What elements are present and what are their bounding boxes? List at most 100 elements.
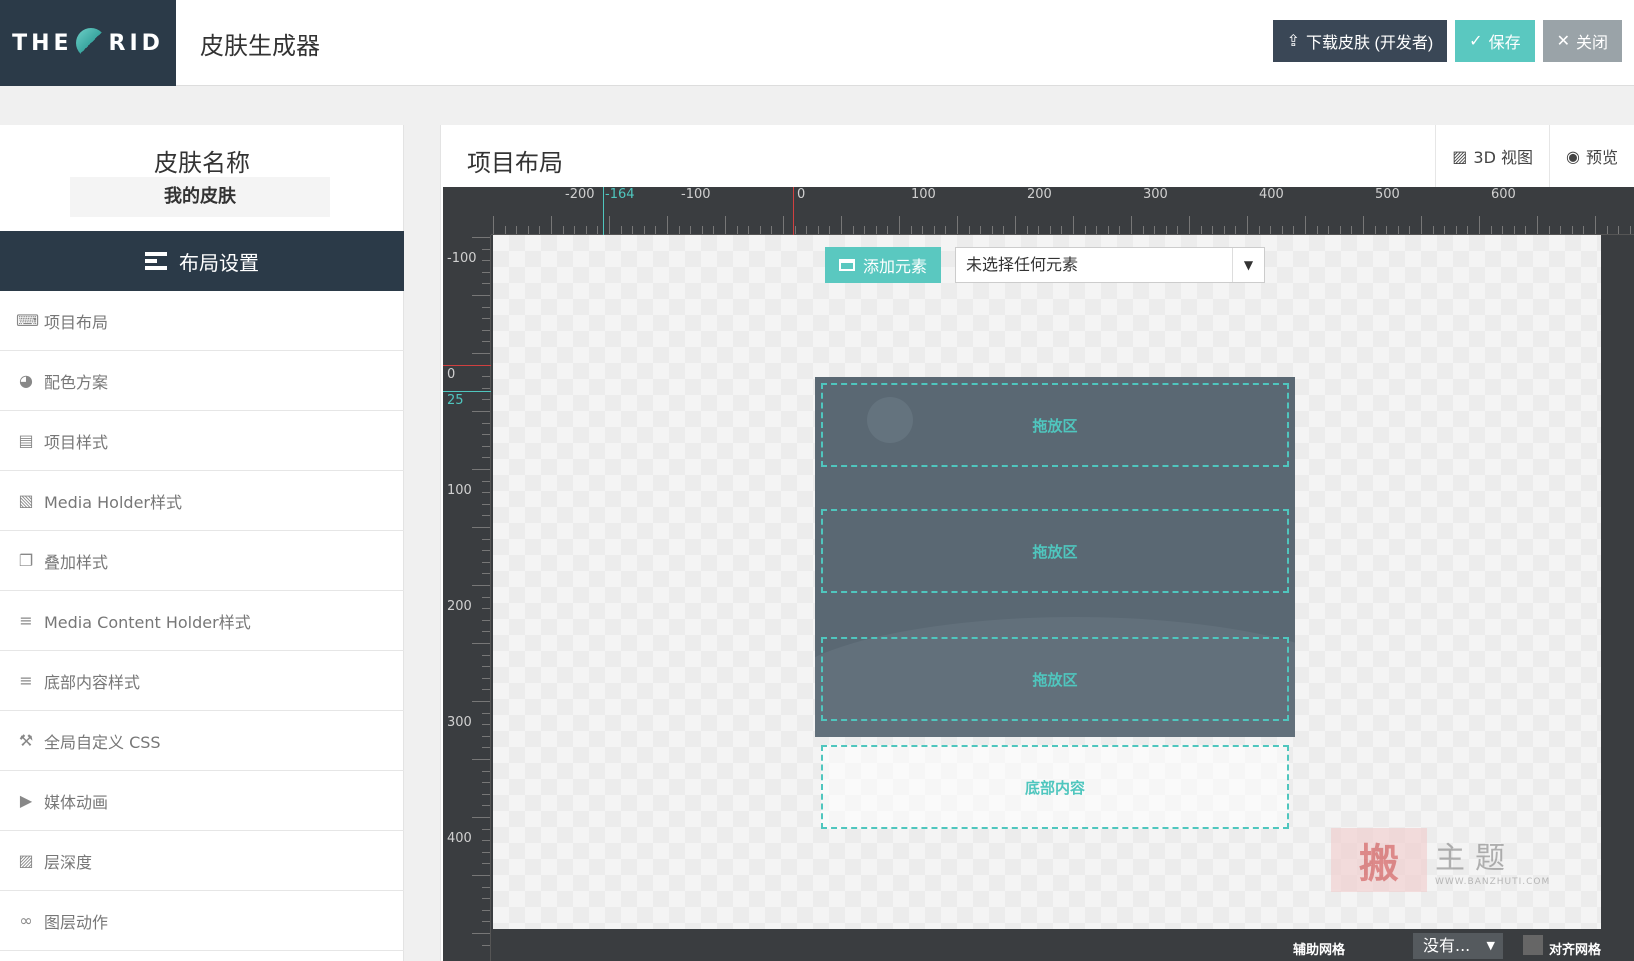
snap-grid-checkbox[interactable] <box>1523 935 1543 955</box>
3d-view-button[interactable]: ▨ 3D 视图 <box>1435 125 1549 187</box>
save-button[interactable]: ✓ 保存 <box>1455 20 1535 62</box>
ruler-minor-tick <box>1548 226 1550 234</box>
grid-helper-value: 没有... <box>1423 936 1471 955</box>
ruler-minor-tick <box>1386 226 1388 234</box>
ruler-minor-tick <box>968 226 970 234</box>
ruler-minor-tick <box>482 376 490 378</box>
ruler-minor-tick <box>472 353 490 354</box>
save-label: 保存 <box>1488 35 1521 52</box>
ruler-minor-tick <box>482 944 490 946</box>
download-skin-button[interactable]: ⇪ 下载皮肤 (开发者) <box>1272 20 1448 62</box>
add-element-label: 添加元素 <box>862 257 927 276</box>
ruler-minor-tick <box>1119 226 1121 234</box>
ruler-minor-tick <box>1455 226 1457 234</box>
ruler-tick: 200 <box>447 599 472 614</box>
ruler-minor-tick <box>1061 226 1063 234</box>
ruler-minor-tick <box>759 226 761 234</box>
ruler-tick: 300 <box>1143 187 1168 202</box>
hammer-icon: ⚒ <box>18 731 34 750</box>
layout-settings-title: 布局设置 <box>179 250 259 275</box>
layout-icon <box>145 252 167 270</box>
layout-canvas[interactable]: 添加元素 未选择任何元素 ▼ 拖放区 拖放区 拖放区 底部内容 搬 主题 WWW… <box>493 235 1601 929</box>
drop-zone-bottom[interactable]: 拖放区 <box>821 637 1289 721</box>
grid-item-preview[interactable]: 拖放区 拖放区 拖放区 <box>815 377 1295 737</box>
ruler-tick: -100 <box>681 187 711 202</box>
sidebar-item-media-content-holder[interactable]: ≡ Media Content Holder样式 <box>0 591 404 651</box>
grid-helper-select[interactable]: 没有... ▼ <box>1413 933 1503 959</box>
ruler-minor-tick <box>841 216 842 234</box>
ruler-minor-tick <box>585 226 587 234</box>
ruler-minor-tick <box>1049 226 1051 234</box>
add-element-button[interactable]: 添加元素 <box>825 247 941 283</box>
sidebar-item-layer-actions[interactable]: ∞ 图层动作 <box>0 891 404 951</box>
ruler-minor-tick <box>482 341 490 343</box>
ruler-minor-tick <box>482 828 490 830</box>
ruler-minor-tick <box>957 216 958 234</box>
sidebar-item-custom-css[interactable]: ⚒ 全局自定义 CSS <box>0 711 404 771</box>
ruler-minor-tick <box>482 271 490 273</box>
close-button[interactable]: ✕ 关闭 <box>1542 20 1622 62</box>
ruler-minor-tick <box>852 226 854 234</box>
ruler-minor-tick <box>609 216 610 234</box>
sidebar-item-media-animation[interactable]: ▶ 媒体动画 <box>0 771 404 831</box>
caret-down-icon[interactable]: ▼ <box>1232 248 1264 282</box>
caret-down-icon: ▼ <box>1486 939 1495 952</box>
images-icon: ▨ <box>18 851 34 870</box>
ruler-minor-tick <box>482 863 490 865</box>
ruler-minor-tick <box>482 550 490 552</box>
sidebar-item-item-layout[interactable]: ⌨ 项目布局 <box>0 291 404 351</box>
ruler-minor-tick <box>482 712 490 714</box>
close-label: 关闭 <box>1575 35 1608 52</box>
ruler-minor-tick <box>527 226 529 234</box>
sidebar-item-media-holder[interactable]: ▧ Media Holder样式 <box>0 471 404 531</box>
ruler-minor-tick <box>482 561 490 563</box>
ruler-minor-tick <box>482 306 490 308</box>
ruler-tick: 500 <box>1375 187 1400 202</box>
ruler-minor-tick <box>562 226 564 234</box>
ruler-minor-tick <box>482 619 490 621</box>
sidebar-item-item-style[interactable]: ▤ 项目样式 <box>0 411 404 471</box>
palette-icon: ◕ <box>19 371 33 390</box>
ruler-minor-tick <box>1629 226 1631 234</box>
ruler-minor-tick <box>1084 226 1086 234</box>
ruler-minor-tick <box>482 793 490 795</box>
ruler-minor-tick <box>1409 226 1411 234</box>
preview-button[interactable]: ◉ 预览 <box>1549 125 1634 187</box>
ruler-tick: -100 <box>447 251 477 266</box>
ruler-minor-tick <box>472 585 490 586</box>
app-logo[interactable]: THE RID <box>0 0 176 86</box>
ruler-minor-tick <box>482 422 490 424</box>
ruler-minor-tick <box>482 921 490 923</box>
ruler-minor-tick <box>667 216 668 234</box>
element-select[interactable]: 未选择任何元素 ▼ <box>955 247 1265 283</box>
ruler-minor-tick <box>482 457 490 459</box>
sidebar-item-overlay-style[interactable]: ❐ 叠加样式 <box>0 531 404 591</box>
canvas-status-bar: 辅助网格 没有... ▼ 对齐网格 <box>493 929 1634 961</box>
ruler-minor-tick <box>482 596 490 598</box>
ruler-minor-tick <box>620 226 622 234</box>
ruler-minor-tick <box>736 226 738 234</box>
skin-name-field[interactable]: 我的皮肤 <box>70 177 330 217</box>
ruler-minor-tick <box>574 226 576 234</box>
drop-zone-top[interactable]: 拖放区 <box>821 383 1289 467</box>
ruler-minor-tick <box>1363 216 1364 234</box>
ruler-minor-tick <box>482 677 490 679</box>
view-tools: ▨ 3D 视图 ◉ 预览 <box>1435 125 1634 187</box>
ruler-minor-tick <box>1583 226 1585 234</box>
sidebar-item-label: 层深度 <box>44 852 93 872</box>
ruler-minor-tick <box>482 283 490 285</box>
drop-zone-middle[interactable]: 拖放区 <box>821 509 1289 593</box>
sidebar-item-color-scheme[interactable]: ◕ 配色方案 <box>0 351 404 411</box>
ruler-minor-tick <box>482 434 490 436</box>
ruler-minor-tick <box>1432 226 1434 234</box>
sidebar-item-layer-depth[interactable]: ▨ 层深度 <box>0 831 404 891</box>
ruler-minor-tick <box>482 782 490 784</box>
page-title: 项目布局 <box>467 149 563 177</box>
ruler-minor-tick <box>1142 226 1144 234</box>
ruler-minor-tick <box>1177 226 1179 234</box>
list-icon: ≡ <box>19 611 33 630</box>
sidebar-item-footer-style[interactable]: ≡ 底部内容样式 <box>0 651 404 711</box>
ruler-minor-tick <box>1560 226 1562 234</box>
ruler-minor-tick <box>482 608 490 610</box>
footer-content-zone[interactable]: 底部内容 <box>821 745 1289 829</box>
